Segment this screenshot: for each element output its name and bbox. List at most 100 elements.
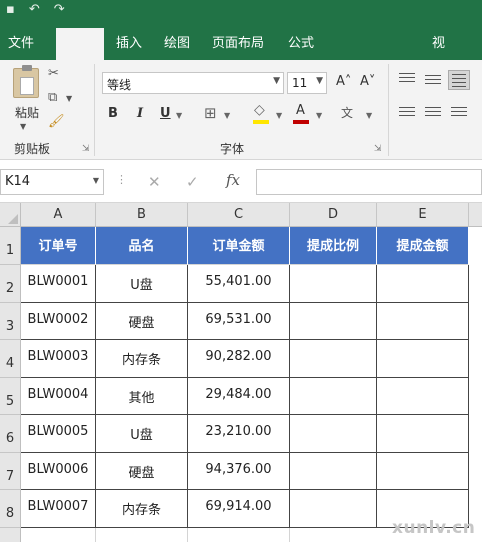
formula-input[interactable] (256, 169, 482, 195)
cancel-icon[interactable]: ✕ (148, 173, 161, 191)
row-header-1[interactable]: 1 (0, 227, 21, 265)
table-cell[interactable] (377, 340, 469, 378)
enter-icon[interactable]: ✓ (186, 173, 199, 191)
tab-draw[interactable]: 绘图 (164, 32, 190, 51)
column-header-f[interactable] (469, 203, 482, 227)
table-header-cell[interactable]: 提成比例 (290, 227, 377, 265)
row-header-9[interactable] (0, 528, 21, 542)
table-cell[interactable] (377, 303, 469, 340)
tab-file[interactable]: 文件 (8, 32, 34, 51)
worksheet-grid[interactable]: A B C D E 1 2 3 4 5 6 7 8 订单号 品名 订单金额 提成… (0, 203, 482, 542)
font-color-dropdown-icon[interactable]: ▼ (316, 111, 322, 120)
table-cell[interactable]: 硬盘 (96, 453, 188, 490)
format-painter-icon[interactable]: 🖌 (48, 114, 65, 129)
copy-dropdown-icon[interactable]: ▼ (66, 94, 72, 103)
redo-icon[interactable]: ↷ (54, 2, 65, 17)
table-cell[interactable]: 69,531.00 (188, 303, 290, 340)
row-header-2[interactable]: 2 (0, 265, 21, 303)
copy-icon[interactable]: ⧉ (48, 90, 57, 105)
table-cell[interactable] (377, 453, 469, 490)
table-cell[interactable] (96, 528, 188, 542)
table-header-cell[interactable]: 提成金额 (377, 227, 469, 265)
table-cell[interactable] (290, 378, 377, 415)
table-header-cell[interactable]: 订单号 (21, 227, 96, 265)
paste-button[interactable]: 粘贴 (10, 65, 44, 120)
tab-formulas[interactable]: 公式 (288, 32, 314, 51)
paste-dropdown-icon[interactable]: ▼ (20, 122, 26, 131)
row-header-3[interactable]: 3 (0, 303, 21, 340)
row-header-7[interactable]: 7 (0, 453, 21, 490)
select-all-button[interactable] (0, 203, 21, 227)
table-cell[interactable]: BLW0005 (21, 415, 96, 453)
row-header-8[interactable]: 8 (0, 490, 21, 528)
table-cell[interactable]: BLW0001 (21, 265, 96, 303)
table-cell[interactable]: BLW0004 (21, 378, 96, 415)
row-header-6[interactable]: 6 (0, 415, 21, 453)
font-color-icon[interactable]: A (296, 103, 305, 118)
row-header-4[interactable]: 4 (0, 340, 21, 378)
row-header-5[interactable]: 5 (0, 378, 21, 415)
align-right-icon[interactable] (448, 104, 470, 124)
table-cell[interactable]: 内存条 (96, 490, 188, 528)
align-center-icon[interactable] (422, 104, 444, 124)
underline-dropdown-icon[interactable]: ▼ (176, 111, 182, 120)
cut-icon[interactable]: ✂ (48, 66, 59, 81)
font-launcher-icon[interactable]: ⇲ (374, 144, 382, 154)
table-cell[interactable] (21, 528, 96, 542)
table-cell[interactable]: BLW0006 (21, 453, 96, 490)
tab-page-layout[interactable]: 页面布局 (212, 32, 264, 51)
tab-insert[interactable]: 插入 (116, 32, 142, 51)
table-cell[interactable]: 内存条 (96, 340, 188, 378)
table-cell[interactable]: 其他 (96, 378, 188, 415)
column-header-d[interactable]: D (290, 203, 377, 227)
fill-color-icon[interactable]: ◇ (254, 102, 265, 118)
save-icon[interactable]: ▪ (6, 2, 15, 17)
table-cell[interactable]: U盘 (96, 415, 188, 453)
name-box[interactable]: K14 ▼ (0, 169, 104, 195)
borders-icon[interactable]: ⊞ (204, 104, 217, 122)
table-cell[interactable] (188, 528, 290, 542)
table-cell[interactable]: U盘 (96, 265, 188, 303)
table-cell[interactable] (290, 265, 377, 303)
table-cell[interactable]: BLW0007 (21, 490, 96, 528)
shrink-font-icon[interactable]: A˅ (360, 74, 375, 89)
align-top-icon[interactable] (396, 70, 418, 90)
fill-color-dropdown-icon[interactable]: ▼ (276, 111, 282, 120)
table-cell[interactable]: 23,210.00 (188, 415, 290, 453)
table-cell[interactable] (290, 453, 377, 490)
table-header-cell[interactable]: 品名 (96, 227, 188, 265)
align-middle-icon[interactable] (422, 72, 444, 92)
align-bottom-icon[interactable] (448, 70, 470, 90)
bold-button[interactable]: B (108, 106, 118, 121)
table-cell[interactable]: 94,376.00 (188, 453, 290, 490)
table-cell[interactable]: 69,914.00 (188, 490, 290, 528)
borders-dropdown-icon[interactable]: ▼ (224, 111, 230, 120)
table-cell[interactable] (377, 378, 469, 415)
table-cell[interactable]: 90,282.00 (188, 340, 290, 378)
undo-icon[interactable]: ↶ (29, 2, 40, 17)
table-cell[interactable]: 29,484.00 (188, 378, 290, 415)
tab-home[interactable] (56, 28, 104, 60)
align-left-icon[interactable] (396, 104, 418, 124)
column-header-b[interactable]: B (96, 203, 188, 227)
font-name-select[interactable]: 等线 ▼ (102, 72, 284, 94)
clipboard-launcher-icon[interactable]: ⇲ (82, 144, 90, 154)
table-cell[interactable] (290, 490, 377, 528)
underline-button[interactable]: U (160, 106, 171, 121)
table-cell[interactable] (377, 415, 469, 453)
table-cell[interactable] (290, 303, 377, 340)
table-cell[interactable]: 55,401.00 (188, 265, 290, 303)
phonetic-icon[interactable]: 文 (341, 104, 353, 121)
table-cell[interactable] (290, 340, 377, 378)
font-size-select[interactable]: 11 ▼ (287, 72, 327, 94)
table-cell[interactable]: BLW0003 (21, 340, 96, 378)
tab-view[interactable]: 视 (432, 32, 445, 51)
grow-font-icon[interactable]: A˄ (336, 74, 351, 89)
insert-function-icon[interactable]: fx (226, 171, 240, 189)
column-header-e[interactable]: E (377, 203, 469, 227)
column-header-c[interactable]: C (188, 203, 290, 227)
table-cell[interactable]: 硬盘 (96, 303, 188, 340)
table-cell[interactable] (377, 265, 469, 303)
table-header-cell[interactable]: 订单金额 (188, 227, 290, 265)
column-header-a[interactable]: A (21, 203, 96, 227)
